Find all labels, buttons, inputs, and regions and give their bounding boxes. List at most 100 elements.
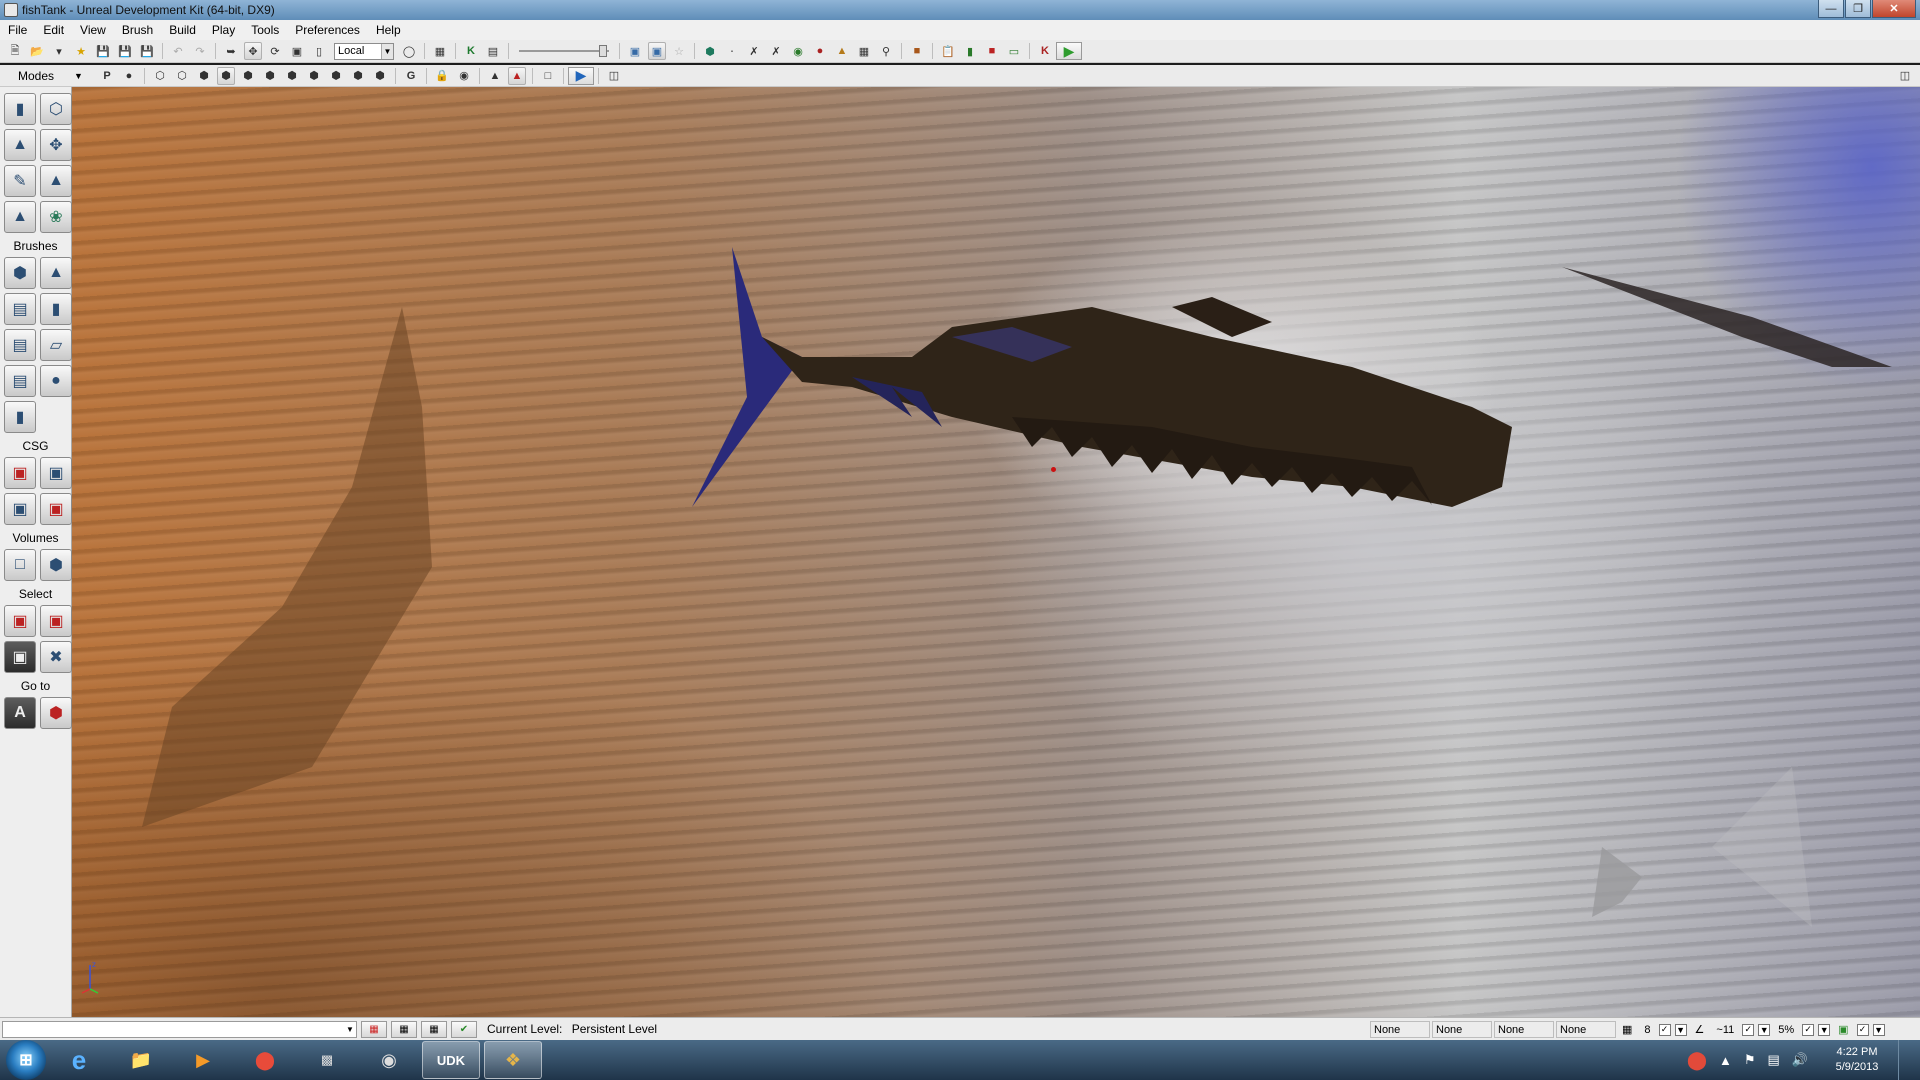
grid-icon[interactable]: ▦: [421, 1020, 447, 1038]
autosave-icon[interactable]: ▣: [1838, 1023, 1848, 1036]
rotation-snap-value[interactable]: ~11: [1716, 1024, 1734, 1036]
media-player-icon[interactable]: ▶: [174, 1041, 232, 1079]
volumetric-brush-icon[interactable]: ▮: [4, 401, 36, 433]
lock-icon[interactable]: 🔒: [433, 67, 451, 85]
menu-view[interactable]: View: [72, 23, 114, 37]
new-file-icon[interactable]: 🗎: [6, 42, 24, 60]
maximize-button[interactable]: ❐: [1845, 0, 1871, 18]
shader-complexity-icon[interactable]: ⬢: [327, 67, 345, 85]
save-as-icon[interactable]: 💾: [116, 42, 134, 60]
play-in-editor-button[interactable]: ▶: [1056, 42, 1082, 60]
slider-thumb[interactable]: [599, 45, 607, 57]
menu-edit[interactable]: Edit: [35, 23, 72, 37]
play-in-viewport-icon[interactable]: ▭: [1005, 42, 1023, 60]
menu-preferences[interactable]: Preferences: [287, 23, 368, 37]
volume-icon[interactable]: 🔊: [1792, 1052, 1808, 1068]
menu-file[interactable]: File: [0, 23, 35, 37]
play-from-here-icon[interactable]: ▲: [508, 66, 526, 85]
invert-selection-icon[interactable]: ▣: [4, 641, 36, 673]
sheet-brush-icon[interactable]: ▱: [40, 329, 72, 361]
curved-stair-brush-icon[interactable]: ▤: [4, 293, 36, 325]
rotation-checkbox[interactable]: ✓: [1742, 1023, 1755, 1036]
redo-icon[interactable]: ↷: [191, 42, 209, 60]
translate-widget-icon[interactable]: ✥: [244, 42, 262, 60]
3dsmax-icon[interactable]: ❖: [484, 1041, 542, 1079]
drag-grid-icon[interactable]: ▦: [361, 1020, 387, 1038]
cylinder-brush-icon[interactable]: ▮: [40, 293, 72, 325]
kismet-icon[interactable]: K: [462, 42, 480, 60]
favorite-star-icon[interactable]: ★: [72, 42, 90, 60]
binoculars-icon[interactable]: ◯: [400, 42, 418, 60]
csg-deintersect-icon[interactable]: ▣: [40, 493, 72, 525]
maximize-viewport-icon[interactable]: □: [539, 67, 557, 85]
spiral-stair-brush-icon[interactable]: ▤: [4, 365, 36, 397]
speed-slider[interactable]: [519, 44, 609, 58]
snap-icon[interactable]: ▦: [391, 1020, 417, 1038]
command-prompt-icon[interactable]: ▩: [298, 1041, 356, 1079]
paint-mode-icon[interactable]: ✎: [4, 165, 36, 197]
menu-brush[interactable]: Brush: [114, 23, 161, 37]
dropdown-arrow-icon[interactable]: ▾: [50, 42, 68, 60]
move-mode-icon[interactable]: ✥: [40, 129, 72, 161]
goto-builder-brush-icon[interactable]: ⬢: [40, 697, 72, 729]
eye-icon[interactable]: ◉: [455, 67, 473, 85]
scale-checkbox[interactable]: ✓: [1802, 1023, 1815, 1036]
scale-dropdown-icon[interactable]: ▼: [1818, 1023, 1831, 1036]
menu-build[interactable]: Build: [161, 23, 204, 37]
build-lighting-icon[interactable]: ⋅: [723, 42, 741, 60]
csg-add-icon[interactable]: ▣: [4, 457, 36, 489]
restore-viewport-icon[interactable]: ◫: [1896, 67, 1914, 85]
start-button[interactable]: ⊞: [6, 1040, 46, 1080]
level-check-icon[interactable]: ✔: [451, 1020, 477, 1038]
goto-actor-icon[interactable]: A: [4, 697, 36, 729]
build-geometry-icon[interactable]: ⬢: [701, 42, 719, 60]
perspective-toggle-button[interactable]: P: [98, 67, 116, 85]
linear-stair-brush-icon[interactable]: ▤: [4, 329, 36, 361]
terrain-mode-icon[interactable]: ▲: [4, 129, 36, 161]
cube-brush-icon[interactable]: ⬢: [4, 257, 36, 289]
volume-cube-icon[interactable]: ⬢: [40, 549, 72, 581]
open-folder-icon[interactable]: 📂: [28, 42, 46, 60]
internet-explorer-icon[interactable]: e: [50, 1041, 108, 1079]
add-volume-icon[interactable]: □: [4, 549, 36, 581]
show-selected-icon[interactable]: ▣: [4, 605, 36, 637]
scale-snap-value[interactable]: 5%: [1778, 1024, 1794, 1036]
grid-checkbox[interactable]: ✓: [1658, 1023, 1671, 1036]
console-icon[interactable]: ■: [908, 42, 926, 60]
grid-dropdown-icon[interactable]: ▼: [1674, 1023, 1687, 1036]
publish-icon[interactable]: ▮: [961, 42, 979, 60]
camera-mode-icon[interactable]: ▮: [4, 93, 36, 125]
bookmark-star-icon[interactable]: ☆: [670, 42, 688, 60]
texture-align-icon[interactable]: ▲: [40, 165, 72, 197]
csg-intersect-icon[interactable]: ▣: [4, 493, 36, 525]
rotation-dropdown-icon[interactable]: ▼: [1758, 1023, 1771, 1036]
csg-subtract-icon[interactable]: ▣: [40, 457, 72, 489]
detail-lighting-icon[interactable]: ⬢: [239, 67, 257, 85]
light-complexity-icon[interactable]: ⬢: [283, 67, 301, 85]
texture-density-icon[interactable]: ⬢: [305, 67, 323, 85]
sphere-brush-icon[interactable]: ●: [40, 365, 72, 397]
lighting-quality-icon[interactable]: ●: [811, 42, 829, 60]
wireframe-icon[interactable]: ⬡: [151, 67, 169, 85]
build-all-icon[interactable]: ◉: [789, 42, 807, 60]
tear-off-icon[interactable]: ◫: [605, 67, 623, 85]
lighting-only-icon[interactable]: ⬢: [261, 67, 279, 85]
autosave-checkbox[interactable]: ✓: [1856, 1023, 1869, 1036]
search-actors-icon[interactable]: ⚲: [877, 42, 895, 60]
close-button[interactable]: ✕: [1872, 0, 1916, 18]
chevron-down-icon[interactable]: ▼: [74, 71, 86, 81]
actor-icon[interactable]: ▲: [486, 67, 504, 85]
unlit-icon[interactable]: ⬢: [195, 67, 213, 85]
hide-selected-icon[interactable]: ▣: [40, 605, 72, 637]
select-cursor-icon[interactable]: ➥: [222, 42, 240, 60]
save-all-icon[interactable]: 💾: [138, 42, 156, 60]
scale-widget-icon[interactable]: ▣: [288, 42, 306, 60]
play-viewport-button[interactable]: ▶: [568, 66, 594, 85]
clock[interactable]: 4:22 PM 5/9/2013: [1824, 1045, 1890, 1075]
cone-brush-icon[interactable]: ▲: [40, 257, 72, 289]
menu-help[interactable]: Help: [368, 23, 409, 37]
content-browser-icon[interactable]: ▤: [484, 42, 502, 60]
viewport-realtime-icon[interactable]: ▣: [626, 42, 644, 60]
matinee-icon[interactable]: ▦: [431, 42, 449, 60]
network-icon[interactable]: ▤: [1768, 1052, 1780, 1068]
